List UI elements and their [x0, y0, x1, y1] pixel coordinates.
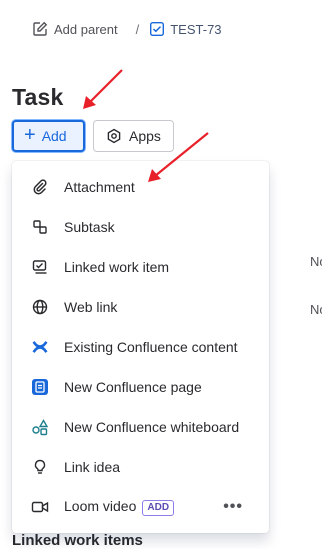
annotation-arrow-attachment	[148, 132, 209, 182]
annotation-arrow-add	[83, 69, 123, 109]
annotation-arrows	[83, 69, 209, 182]
